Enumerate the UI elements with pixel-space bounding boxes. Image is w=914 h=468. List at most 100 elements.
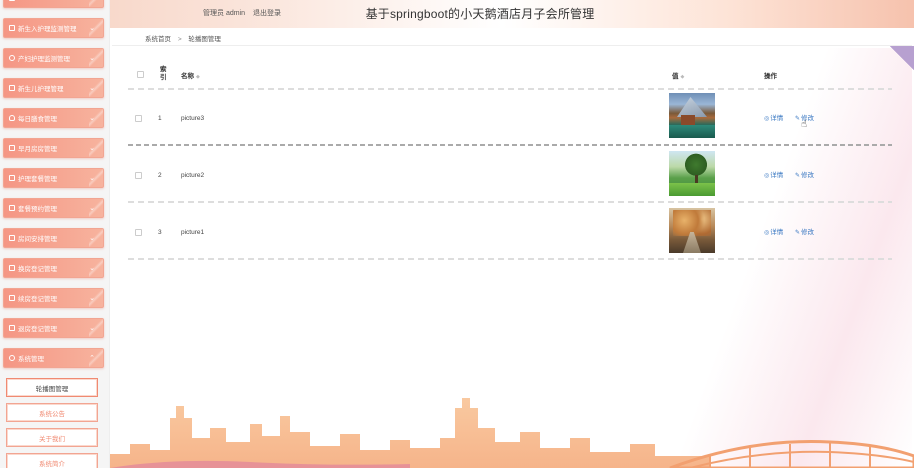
- sidebar-item-label: 护理套餐管理: [18, 176, 57, 183]
- app-title: 基于springboot的小天鹅酒店月子会所管理: [365, 7, 595, 21]
- sidebar-item-label: 套餐预约管理: [18, 206, 57, 213]
- row-thumbnail[interactable]: [669, 151, 715, 196]
- skyline-decoration: [110, 398, 914, 468]
- detail-label: 详情: [770, 172, 784, 179]
- grid-icon: [9, 145, 15, 151]
- eye-icon: ◎: [764, 230, 770, 236]
- grid-icon: [9, 85, 15, 91]
- detail-link[interactable]: ◎详情: [764, 226, 783, 236]
- sidebar-item-label: 新生儿护理管理: [18, 86, 64, 93]
- edit-icon: ✎: [795, 230, 801, 236]
- edit-icon: ✎: [795, 173, 801, 179]
- detail-label: 详情: [770, 229, 784, 236]
- row-divider: [128, 201, 892, 203]
- submenu-announcement[interactable]: 系统公告: [6, 403, 98, 422]
- eye-icon: ◎: [764, 116, 770, 122]
- sidebar-item-label: 产妇护理监测管理: [18, 56, 70, 63]
- sidebar: 新生入护理监测管理 ⌄ 产妇护理监测管理 ⌄ 新生儿护理管理 ⌄ 每日膳食管理 …: [0, 0, 110, 468]
- chevron-down-icon: ⌄: [89, 85, 95, 92]
- sidebar-item-care-package[interactable]: 护理套餐管理 ⌄: [3, 168, 104, 188]
- edit-label: 修改: [801, 172, 815, 179]
- sliders-icon: [9, 325, 15, 331]
- send-icon: [9, 355, 15, 361]
- submenu-about-us[interactable]: 关于我们: [6, 428, 98, 447]
- sidebar-item-system[interactable]: 系统管理 ⌃: [3, 348, 104, 368]
- chevron-down-icon: ⌄: [89, 325, 95, 332]
- sidebar-item-room-housing[interactable]: 早月房房管理 ⌄: [3, 138, 104, 158]
- breadcrumb-home[interactable]: 系统首页: [145, 36, 171, 43]
- row-thumbnail[interactable]: [669, 208, 715, 253]
- top-header: 管理员 admin 退出登录 基于springboot的小天鹅酒店月子会所管理: [0, 0, 914, 28]
- row-thumbnail[interactable]: [669, 93, 715, 138]
- eye-icon: ◎: [764, 173, 770, 179]
- detail-link[interactable]: ◎详情: [764, 169, 783, 179]
- hand-cursor-icon: ☝: [801, 119, 808, 130]
- sidebar-item-checkout[interactable]: 退房登记管理 ⌄: [3, 318, 104, 338]
- breadcrumb: 系统首页 > 轮播图管理: [145, 33, 221, 43]
- row-checkbox[interactable]: [135, 172, 142, 179]
- header-divider: [128, 88, 892, 90]
- select-all-checkbox[interactable]: [137, 71, 144, 78]
- chevron-down-icon: ⌄: [89, 55, 95, 62]
- chevron-down-icon: ⌄: [89, 145, 95, 152]
- sidebar-item-package-booking[interactable]: 套餐预约管理 ⌄: [3, 198, 104, 218]
- list-icon: [9, 295, 15, 301]
- column-header-index[interactable]: 索引: [160, 66, 170, 82]
- grid-icon: [9, 0, 15, 1]
- submenu-system-intro[interactable]: 系统简介: [6, 453, 98, 468]
- row-divider: [128, 258, 892, 260]
- sidebar-item-newborn-care[interactable]: 新生儿护理管理 ⌄: [3, 78, 104, 98]
- sidebar-item-mother-monitor[interactable]: 产妇护理监测管理 ⌄: [3, 48, 104, 68]
- sidebar-item-label: 系统管理: [18, 356, 44, 363]
- sort-icon: ◆: [196, 74, 200, 80]
- row-name: picture2: [181, 172, 205, 179]
- sidebar-item-newborn-monitor[interactable]: 新生入护理监测管理 ⌄: [3, 18, 104, 38]
- sidebar-item-room-arrange[interactable]: 房间安排管理 ⌄: [3, 228, 104, 248]
- detail-label: 详情: [770, 115, 784, 122]
- row-index: 1: [158, 115, 162, 122]
- chevron-down-icon: ⌄: [89, 175, 95, 182]
- row-name: picture1: [181, 229, 205, 236]
- chevron-down-icon: ⌄: [89, 25, 95, 32]
- pin-icon: [9, 55, 15, 61]
- person-icon: [9, 115, 15, 121]
- sidebar-item-room-renew[interactable]: 续房登记管理 ⌄: [3, 288, 104, 308]
- corner-decoration: [890, 46, 914, 70]
- monitor-icon: [9, 265, 15, 271]
- sidebar-item-label: 新生入护理监测管理: [18, 26, 77, 33]
- sidebar-item-label: 每日膳食管理: [18, 116, 57, 123]
- grid-icon: [9, 205, 15, 211]
- detail-link[interactable]: ◎详情: [764, 112, 783, 122]
- sidebar-item-label: 房间安排管理: [18, 236, 57, 243]
- column-header-actions: 操作: [764, 70, 777, 80]
- column-header-label: 值: [672, 73, 679, 80]
- row-checkbox[interactable]: [135, 229, 142, 236]
- chevron-down-icon: ⌄: [89, 295, 95, 302]
- chevron-down-icon: ⌄: [89, 235, 95, 242]
- column-header-label: 操作: [764, 73, 777, 80]
- sidebar-item-daily-meal[interactable]: 每日膳食管理 ⌄: [3, 108, 104, 128]
- chevron-down-icon: ⌄: [89, 265, 95, 272]
- row-index: 2: [158, 172, 162, 179]
- column-header-label: 名称: [181, 73, 194, 80]
- edit-link[interactable]: ✎修改: [795, 169, 814, 179]
- chevron-up-icon: ⌃: [89, 355, 95, 362]
- column-header-name[interactable]: 名称 ◆: [181, 70, 200, 80]
- breadcrumb-separator: >: [177, 36, 182, 43]
- column-header-value[interactable]: 值 ◆: [672, 70, 684, 80]
- row-checkbox[interactable]: [135, 115, 142, 122]
- sidebar-item-room-change[interactable]: 换房登记管理 ⌄: [3, 258, 104, 278]
- edit-label: 修改: [801, 229, 815, 236]
- chevron-down-icon: ⌄: [89, 115, 95, 122]
- edit-link[interactable]: ✎修改: [795, 226, 814, 236]
- submenu-carousel[interactable]: 轮播图管理: [6, 378, 98, 397]
- sidebar-item-label: 退房登记管理: [18, 326, 57, 333]
- sidebar-item-label: 早月房房管理: [18, 146, 57, 153]
- column-header-label: 索引: [160, 66, 167, 81]
- sidebar-item-label: 换房登记管理: [18, 266, 57, 273]
- sidebar-item-prev[interactable]: [3, 0, 104, 8]
- sort-icon: ◆: [680, 74, 685, 80]
- breadcrumb-current: 轮播图管理: [188, 36, 221, 43]
- grid-icon: [9, 25, 15, 31]
- divider: [112, 45, 912, 46]
